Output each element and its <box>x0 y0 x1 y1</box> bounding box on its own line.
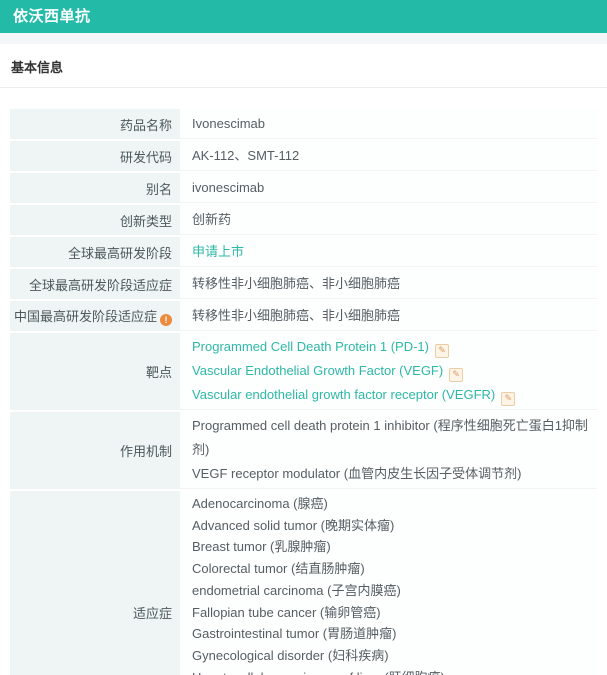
external-link-icon[interactable]: ✎ <box>501 392 516 406</box>
row-label: 全球最高研发阶段适应症 <box>10 269 181 299</box>
row-label: 药品名称 <box>10 109 181 139</box>
page-title: 依沃西单抗 <box>13 8 91 25</box>
row-value: 转移性非小细胞肺癌、非小细胞肺癌 <box>180 301 597 331</box>
row-label: 创新类型 <box>10 205 181 235</box>
value-line: 创新药 <box>192 208 589 232</box>
table-row: 药品名称 Ivonescimab <box>10 109 597 139</box>
table-row: 作用机制 Programmed cell death protein 1 inhi… <box>10 412 597 489</box>
value-text: 转移性非小细胞肺癌、非小细胞肺癌 <box>192 275 401 291</box>
drug-detail-page: 依沃西单抗 基本信息 药品名称 Ivonescimab 研发代码 AK-112、SMT… <box>0 0 607 675</box>
table-row: 创新类型 创新药 <box>10 205 597 235</box>
value-line: Breast tumor (乳腺肿瘤) <box>192 536 589 558</box>
value-text: ivonescimab <box>192 179 265 195</box>
row-value: Ivonescimab <box>180 109 597 139</box>
value-line: Programmed Cell Death Protein 1 (PD-1) ✎ <box>192 335 589 359</box>
row-label: 作用机制 <box>10 412 181 489</box>
row-value: 转移性非小细胞肺癌、非小细胞肺癌 <box>180 269 597 299</box>
table-row: 中国最高研发阶段适应症! 转移性非小细胞肺癌、非小细胞肺癌 <box>10 301 597 331</box>
row-value: Adenocarcinoma (腺癌) Advanced solid tumor … <box>180 491 597 675</box>
table-row: 全球最高研发阶段 申请上市 <box>10 237 597 267</box>
row-value: Programmed Cell Death Protein 1 (PD-1) ✎ V… <box>180 333 597 410</box>
value-link[interactable]: 申请上市 <box>192 244 244 259</box>
external-link-icon[interactable]: ✎ <box>449 368 464 382</box>
value-line: Gastrointestinal tumor (胃肠道肿瘤) <box>192 623 589 645</box>
value-line: Colorectal tumor (结直肠肿瘤) <box>192 558 589 580</box>
section-divider <box>0 87 607 88</box>
row-value: ivonescimab <box>180 173 597 203</box>
value-line: Hepatocellular carcinoma of liver (肝细胞癌) <box>192 667 589 675</box>
value-line: Advanced solid tumor (晚期实体瘤) <box>192 515 589 537</box>
value-line: endometrial carcinoma (子宫内膜癌) <box>192 580 589 602</box>
value-text: 创新药 <box>192 211 232 227</box>
value-link[interactable]: Programmed Cell Death Protein 1 (PD-1) <box>192 339 429 354</box>
row-label: 靶点 <box>10 333 181 410</box>
value-text: Gastrointestinal tumor (胃肠道肿瘤) <box>192 626 397 642</box>
value-text: Hepatocellular carcinoma of liver (肝细胞癌) <box>192 670 445 675</box>
value-line: Fallopian tube cancer (输卵管癌) <box>192 602 589 624</box>
value-line: Adenocarcinoma (腺癌) <box>192 493 589 515</box>
value-line: VEGF receptor modulator (血管内皮生长因子受体调节剂) <box>192 462 589 486</box>
value-text: 转移性非小细胞肺癌、非小细胞肺癌 <box>192 307 401 323</box>
value-line: 申请上市 <box>192 240 589 264</box>
value-line: AK-112、SMT-112 <box>192 144 589 168</box>
row-label: 研发代码 <box>10 141 181 171</box>
value-text: VEGF receptor modulator (血管内皮生长因子受体调节剂) <box>192 466 522 481</box>
external-link-icon[interactable]: ✎ <box>435 344 449 358</box>
value-text: Colorectal tumor (结直肠肿瘤) <box>192 561 365 577</box>
value-line: Vascular Endothelial Growth Factor (VEGF… <box>192 359 589 383</box>
table-row: 靶点 Programmed Cell Death Protein 1 (PD-1)… <box>10 333 597 410</box>
row-label: 适应症 <box>10 491 181 675</box>
row-label: 全球最高研发阶段 <box>10 237 181 267</box>
section-title-basic-info: 基本信息 <box>11 60 64 75</box>
value-line: Gynecological disorder (妇科疾病) <box>192 645 589 667</box>
value-text: Ivonescimab <box>192 115 265 131</box>
row-value: Programmed cell death protein 1 inhibito… <box>180 412 597 489</box>
value-text: Breast tumor (乳腺肿瘤) <box>192 539 331 555</box>
row-value: 申请上市 <box>180 237 597 267</box>
value-line: Ivonescimab <box>192 112 589 136</box>
value-text: Programmed cell death protein 1 inhibito… <box>192 418 588 457</box>
header-band <box>0 33 607 44</box>
value-line: ivonescimab <box>192 176 589 200</box>
basic-info-table: 药品名称 Ivonescimab 研发代码 AK-112、SMT-112 别名 ivone… <box>10 107 597 675</box>
value-line: Vascular endothelial growth factor recep… <box>192 383 589 407</box>
value-line: 转移性非小细胞肺癌、非小细胞肺癌 <box>192 272 589 296</box>
value-text: endometrial carcinoma (子宫内膜癌) <box>192 582 401 598</box>
value-link[interactable]: Vascular Endothelial Growth Factor (VEGF… <box>192 363 443 378</box>
table-row: 适应症 Adenocarcinoma (腺癌) Advanced solid tum… <box>10 491 597 675</box>
row-label: 中国最高研发阶段适应症! <box>10 301 181 331</box>
info-icon[interactable]: ! <box>160 314 173 326</box>
table-row: 全球最高研发阶段适应症 转移性非小细胞肺癌、非小细胞肺癌 <box>10 269 597 299</box>
value-text: Adenocarcinoma (腺癌) <box>192 496 328 511</box>
value-line: 转移性非小细胞肺癌、非小细胞肺癌 <box>192 304 589 328</box>
value-text: AK-112、SMT-112 <box>192 147 300 163</box>
drug-title-bar: 依沃西单抗 <box>0 0 607 33</box>
row-label: 别名 <box>10 173 181 203</box>
row-value: 创新药 <box>180 205 597 235</box>
table-row: 别名 ivonescimab <box>10 173 597 203</box>
value-link[interactable]: Vascular endothelial growth factor recep… <box>192 387 495 402</box>
value-text: Gynecological disorder (妇科疾病) <box>192 647 389 663</box>
value-text: Fallopian tube cancer (输卵管癌) <box>192 604 381 620</box>
table-row: 研发代码 AK-112、SMT-112 <box>10 141 597 171</box>
value-line: Programmed cell death protein 1 inhibito… <box>192 414 589 462</box>
value-text: Advanced solid tumor (晚期实体瘤) <box>192 517 395 533</box>
row-value: AK-112、SMT-112 <box>180 141 597 171</box>
